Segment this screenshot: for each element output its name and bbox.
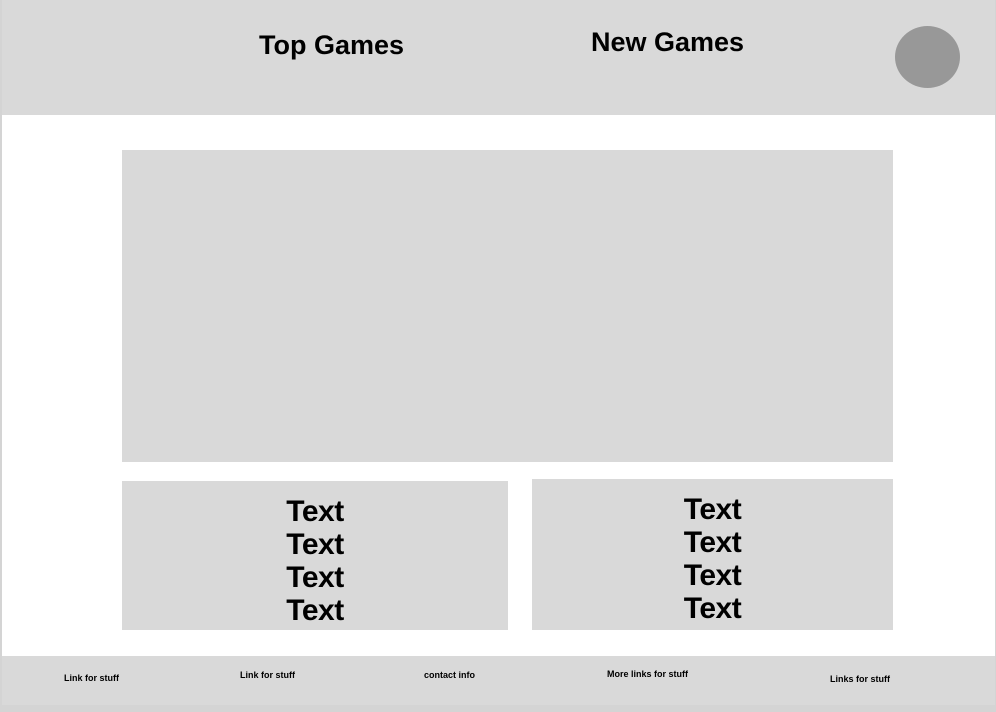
content-card-right[interactable]: Text Text Text Text <box>532 479 893 630</box>
footer-more-links[interactable]: More links for stuff <box>607 669 688 679</box>
header-bar: Top Games New Games <box>2 0 995 115</box>
card-text-line: Text <box>286 528 344 561</box>
footer-bar: Link for stuff Link for stuff contact in… <box>2 656 995 705</box>
footer-contact-info-link[interactable]: contact info <box>424 670 475 680</box>
card-text-line: Text <box>683 526 742 559</box>
card-text-line: Text <box>683 592 742 625</box>
card-text-line: Text <box>683 493 742 526</box>
content-card-left[interactable]: Text Text Text Text <box>122 481 508 630</box>
card-text-line: Text <box>286 495 344 528</box>
footer-link-2[interactable]: Link for stuff <box>240 670 295 680</box>
nav-new-games-link[interactable]: New Games <box>591 27 744 58</box>
footer-link-1[interactable]: Link for stuff <box>64 673 119 683</box>
footer-links-link[interactable]: Links for stuff <box>830 674 890 684</box>
avatar[interactable] <box>895 26 960 88</box>
hero-banner <box>122 150 893 462</box>
card-text-line: Text <box>286 561 344 594</box>
card-text-line: Text <box>683 559 742 592</box>
card-text-line: Text <box>286 594 344 627</box>
nav-top-games-link[interactable]: Top Games <box>259 30 404 61</box>
